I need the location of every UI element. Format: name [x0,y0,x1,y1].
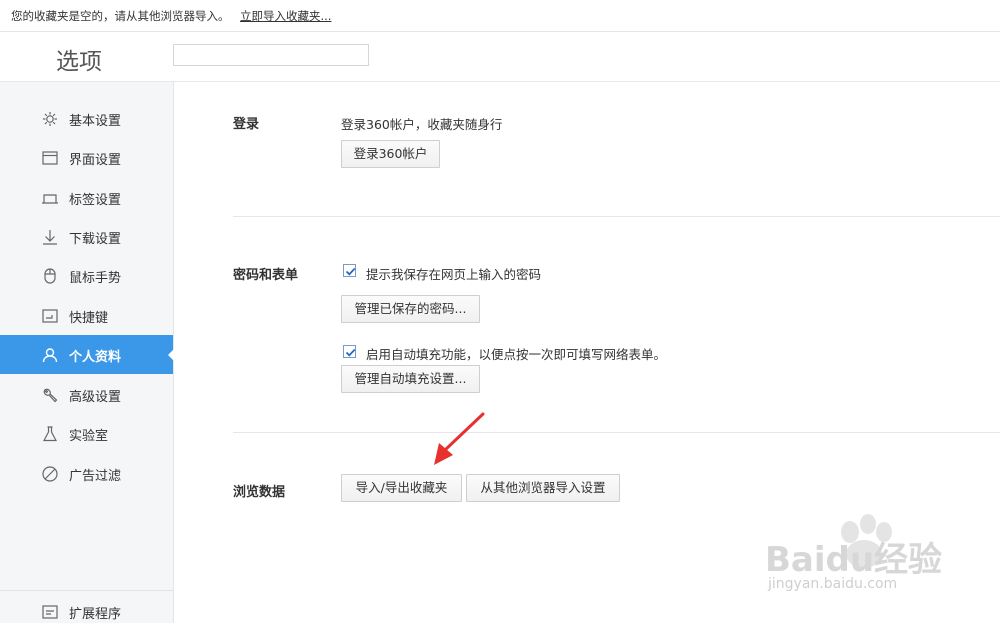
sidebar-item-label: 高级设置 [69,390,122,405]
section-divider [233,432,1000,433]
sidebar-item-label: 个人资料 [69,350,122,365]
sidebar-item-ad-filter[interactable]: 广告过滤 [0,454,173,493]
flask-icon [41,425,59,443]
save-password-checkbox[interactable] [343,264,356,277]
annotation-arrow-icon [434,412,485,465]
sidebar-item-mouse-gestures[interactable]: 鼠标手势 [0,256,173,295]
gear-icon [41,110,59,128]
login-section-label: 登录 [233,117,260,132]
wrench-icon [41,386,59,404]
sidebar-item-label: 鼠标手势 [69,271,122,286]
bookmark-empty-message: 您的收藏夹是空的，请从其他浏览器导入。 [11,9,230,23]
sidebar-item-interface-settings[interactable]: 界面设置 [0,138,173,177]
manage-autofill-button[interactable]: 管理自动填充设置... [341,365,480,393]
sidebar-item-advanced-settings[interactable]: 高级设置 [0,375,173,414]
sidebar-item-label: 广告过滤 [69,469,122,484]
watermark-brand: Baidu经验 [765,540,943,580]
sidebar-item-label: 界面设置 [69,153,122,168]
block-icon [41,465,59,483]
page-title: 选项 [56,49,102,75]
sidebar-item-label: 实验室 [69,429,109,444]
sidebar-item-lab[interactable]: 实验室 [0,414,173,453]
import-from-other-browser-button[interactable]: 从其他浏览器导入设置 [466,474,620,502]
baidu-jingyan-watermark: Baidu经验 jingyan.baidu.com [760,510,960,610]
login-360-account-button[interactable]: 登录360帐户 [341,140,440,168]
section-divider [233,216,1000,217]
extension-icon [41,603,59,621]
sidebar-item-basic-settings[interactable]: 基本设置 [0,99,173,138]
tab-icon [41,189,59,207]
sidebar-item-label: 扩展程序 [69,607,122,622]
sidebar: 基本设置 界面设置 标签设置 下载设置 鼠标手势 快捷键 个人资料 高级设置 实… [0,82,174,623]
login-description: 登录360帐户，收藏夹随身行 [341,117,503,132]
user-icon [41,346,59,364]
sidebar-item-shortcuts[interactable]: 快捷键 [0,296,173,335]
bookmark-bar: 您的收藏夹是空的，请从其他浏览器导入。 立即导入收藏夹... [0,0,1000,32]
sidebar-item-label: 下载设置 [69,232,122,247]
sidebar-item-download-settings[interactable]: 下载设置 [0,217,173,256]
sidebar-item-label: 基本设置 [69,114,122,129]
sidebar-item-personal-profile[interactable]: 个人资料 [0,335,174,374]
import-export-bookmarks-button[interactable]: 导入/导出收藏夹 [341,474,462,502]
keyboard-icon [41,307,59,325]
save-password-label: 提示我保存在网页上输入的密码 [366,267,542,282]
options-header: 选项 [0,32,1000,82]
sidebar-divider [0,590,173,591]
manage-passwords-button[interactable]: 管理已保存的密码... [341,295,480,323]
autofill-checkbox[interactable] [343,345,356,358]
settings-search-input[interactable] [173,44,369,66]
passwords-section-label: 密码和表单 [233,268,299,283]
import-bookmarks-link[interactable]: 立即导入收藏夹... [240,8,331,24]
sidebar-item-extensions[interactable]: 扩展程序 [0,592,173,631]
browsing-data-section-label: 浏览数据 [233,485,286,500]
autofill-label: 启用自动填充功能，以便点按一次即可填写网络表单。 [366,347,667,362]
sidebar-item-tab-settings[interactable]: 标签设置 [0,178,173,217]
mouse-icon [41,267,59,285]
download-icon [41,228,59,246]
watermark-url: jingyan.baidu.com [768,576,898,592]
window-icon [41,149,59,167]
sidebar-item-label: 标签设置 [69,193,122,208]
sidebar-item-label: 快捷键 [69,311,109,326]
paw-icon [841,514,892,568]
